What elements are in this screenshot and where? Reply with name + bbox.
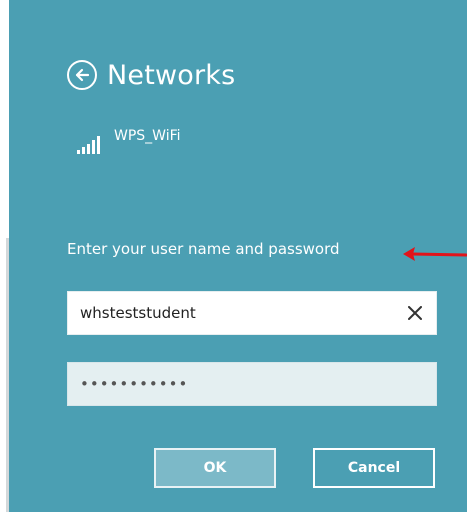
- back-arrow-icon: [75, 68, 90, 82]
- cancel-button[interactable]: Cancel: [313, 448, 435, 488]
- username-field[interactable]: [67, 291, 437, 335]
- annotation-arrow-icon: [403, 247, 467, 261]
- network-name: WPS_WiFi: [114, 128, 181, 144]
- password-field[interactable]: [67, 362, 437, 406]
- credentials-prompt: Enter your user name and password: [67, 240, 340, 258]
- ok-button[interactable]: OK: [154, 448, 276, 488]
- page-title: Networks: [107, 59, 236, 91]
- left-strip: [0, 0, 9, 512]
- network-item: WPS_WiFi: [77, 128, 181, 154]
- header: Networks: [67, 55, 235, 95]
- close-icon: [408, 306, 422, 320]
- password-input[interactable]: [68, 364, 436, 404]
- back-button[interactable]: [67, 60, 97, 90]
- username-input[interactable]: [68, 293, 400, 333]
- clear-button[interactable]: [400, 293, 430, 333]
- wifi-signal-icon: [77, 136, 102, 154]
